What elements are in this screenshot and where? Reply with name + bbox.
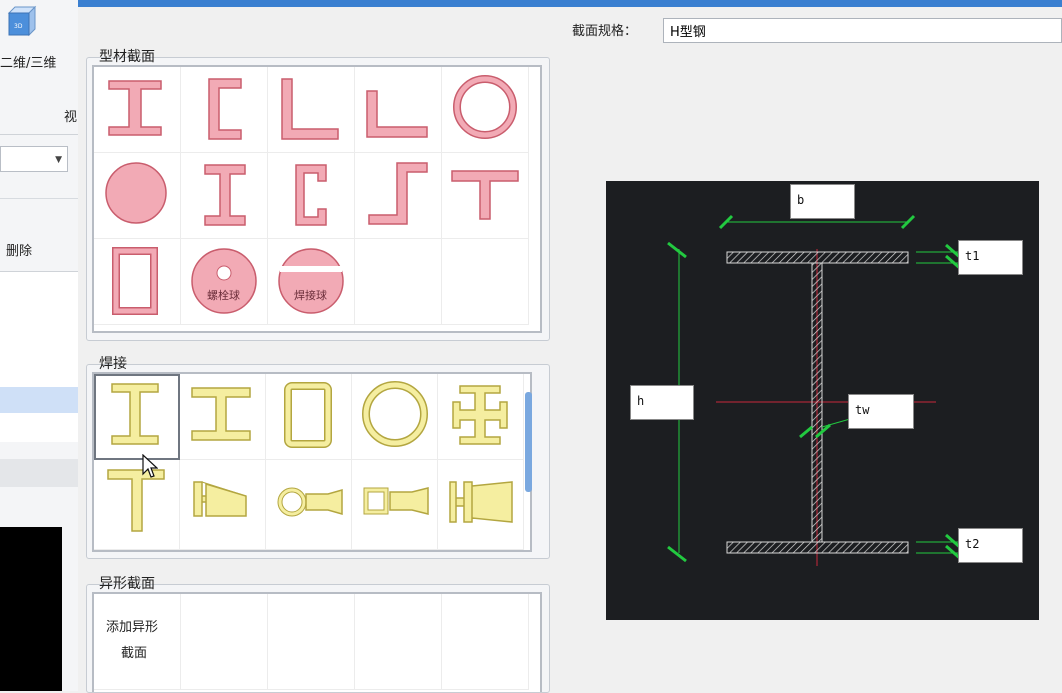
empty-cell — [181, 594, 268, 690]
3d-view-icon[interactable]: 3D — [5, 3, 39, 37]
tick — [799, 425, 813, 439]
pipe-icon[interactable] — [442, 67, 529, 153]
bolted-ball-icon[interactable]: 螺栓球 — [181, 239, 268, 325]
list-item-selected[interactable] — [0, 387, 78, 413]
custom-section-group: 异形截面 添加异形 截面 — [86, 576, 550, 693]
top-flange — [726, 251, 909, 264]
profile-section-group: 型材截面 螺栓球 焊接球 — [86, 49, 550, 341]
unequal-angle-icon[interactable] — [355, 67, 442, 153]
dim-b-input[interactable]: b — [790, 184, 855, 219]
h-section-icon[interactable] — [181, 153, 268, 239]
divider — [0, 134, 78, 135]
group-title: 异形截面 — [99, 576, 155, 592]
profile-section-grid: 螺栓球 焊接球 — [92, 65, 542, 333]
chevron-down-icon: ▼ — [55, 155, 62, 165]
channel-icon[interactable] — [181, 67, 268, 153]
tick — [667, 545, 687, 563]
add-custom-label-2: 截面 — [121, 646, 148, 661]
spec-input[interactable] — [663, 18, 1062, 43]
add-custom-label-1: 添加异形 — [106, 620, 159, 635]
welded-ball-icon[interactable]: 焊接球 — [268, 239, 355, 325]
lipped-channel-icon[interactable] — [268, 153, 355, 239]
rect-tube-icon[interactable] — [94, 239, 181, 325]
divider — [0, 198, 78, 199]
delete-button[interactable]: 删除 — [6, 240, 32, 259]
empty-cell — [442, 594, 529, 690]
custom-section-grid: 添加异形 截面 — [92, 592, 542, 692]
toolbar-strip — [0, 459, 78, 487]
i-beam-icon[interactable] — [94, 67, 181, 153]
left-panel: 3D 二维/三维 视 ▼ 删除 — [0, 0, 78, 691]
tick — [667, 241, 687, 259]
empty-cell — [442, 239, 529, 325]
empty-cell — [355, 594, 442, 690]
tapered-i-icon[interactable] — [180, 460, 266, 550]
tapered-h-icon[interactable] — [438, 460, 524, 550]
round-bar-icon[interactable] — [94, 153, 181, 239]
dim-t1-input[interactable]: t1 — [958, 240, 1023, 275]
tapered-circular-icon[interactable] — [266, 460, 352, 550]
empty-cell — [268, 594, 355, 690]
welded-t-section-icon[interactable] — [94, 460, 180, 550]
empty-cell — [355, 239, 442, 325]
welded-h-section-icon[interactable] — [180, 374, 266, 460]
dim-tw-input[interactable]: tw — [848, 394, 914, 429]
svg-text:3D: 3D — [14, 23, 23, 30]
view-mode-toggle[interactable]: 二维/三维 — [0, 52, 56, 71]
welded-section-grid — [92, 372, 532, 552]
spec-label: 截面规格： — [572, 24, 638, 39]
t-section-icon[interactable] — [442, 153, 529, 239]
equal-angle-icon[interactable] — [268, 67, 355, 153]
welded-circular-icon[interactable] — [352, 374, 438, 460]
welded-cross-icon[interactable] — [438, 374, 524, 460]
group-title: 焊接 — [99, 356, 127, 372]
left-dropdown[interactable]: ▼ — [0, 146, 68, 172]
mini-preview — [0, 527, 62, 691]
add-custom-section-button[interactable]: 添加异形 截面 — [94, 594, 181, 690]
group-title: 型材截面 — [99, 49, 155, 65]
bolted-ball-label: 螺栓球 — [207, 289, 240, 302]
web — [811, 262, 823, 543]
tapered-box-icon[interactable] — [352, 460, 438, 550]
member-list[interactable] — [0, 271, 78, 442]
truncated-label: 视 — [64, 110, 78, 125]
z-section-icon[interactable] — [355, 153, 442, 239]
mouse-cursor-icon — [142, 454, 158, 478]
section-preview: b h t1 tw t2 — [606, 181, 1039, 620]
welded-i-section-icon[interactable] — [94, 374, 180, 460]
welded-box-icon[interactable] — [266, 374, 352, 460]
title-bar — [78, 0, 1062, 7]
welded-scrollbar[interactable] — [525, 392, 532, 492]
welded-ball-label: 焊接球 — [294, 289, 327, 302]
dim-t2-input[interactable]: t2 — [958, 528, 1023, 563]
bottom-flange — [726, 541, 909, 554]
dim-h-input[interactable]: h — [630, 385, 694, 420]
